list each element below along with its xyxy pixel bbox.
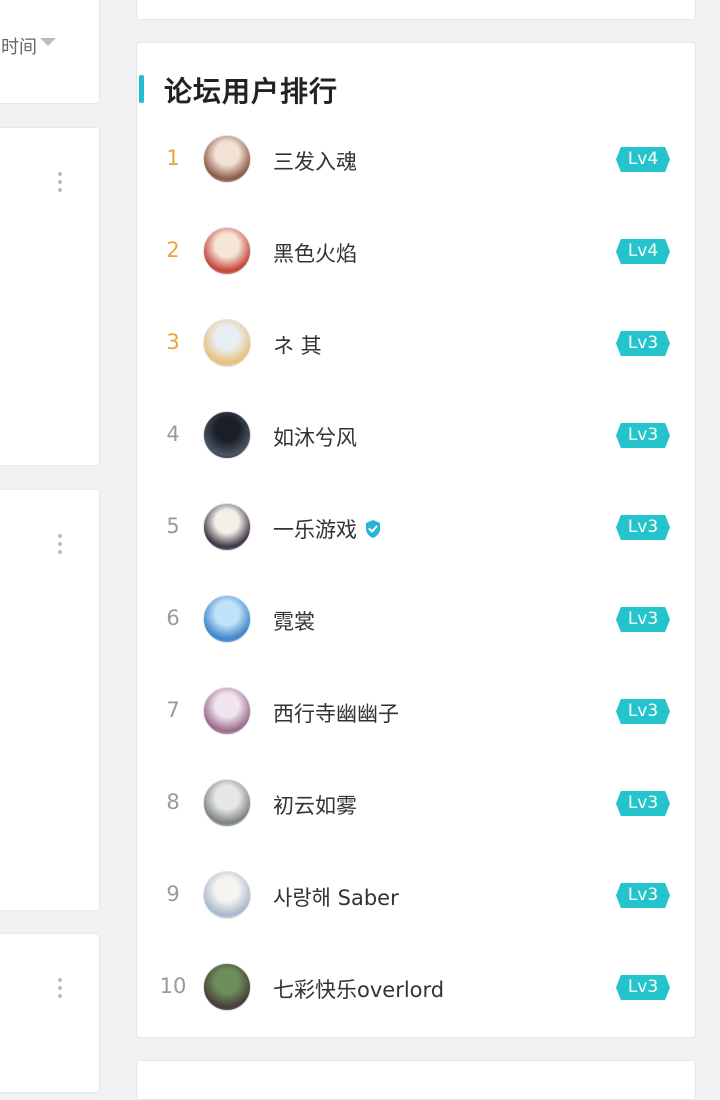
user-name[interactable]: 사랑해 Saber [273, 882, 399, 912]
rank-number: 7 [166, 698, 180, 722]
rank-number: 10 [159, 974, 187, 998]
user-name[interactable]: 初云如雾 [273, 790, 357, 820]
caret-down-icon[interactable] [40, 38, 56, 46]
sort-dropdown-label[interactable]: 时间 [1, 33, 37, 59]
ranking-row[interactable]: 5 一乐游戏 Lv3 [137, 480, 697, 572]
more-options-icon[interactable] [57, 534, 63, 554]
user-avatar[interactable] [203, 779, 251, 827]
user-name-group: 黑色火焰 [273, 238, 357, 268]
user-name[interactable]: 三发入魂 [273, 146, 357, 176]
ranking-row[interactable]: 8 初云如雾 Lv3 [137, 756, 697, 848]
user-avatar[interactable] [203, 135, 251, 183]
user-name-group: 如沐兮风 [273, 422, 357, 452]
user-name[interactable]: 如沐兮风 [273, 422, 357, 452]
level-badge: Lv3 [616, 607, 670, 632]
ranking-row[interactable]: 6 霓裳 Lv3 [137, 572, 697, 664]
ranking-row[interactable]: 3 ネ 其 Lv3 [137, 296, 697, 388]
sort-card: 时间 [0, 0, 100, 104]
title-accent-bar [139, 75, 144, 103]
level-badge: Lv4 [616, 147, 670, 172]
more-options-icon[interactable] [57, 978, 63, 998]
user-name-group: 사랑해 Saber [273, 882, 399, 912]
previous-panel [136, 0, 696, 20]
user-name-group: 初云如雾 [273, 790, 357, 820]
level-badge: Lv3 [616, 975, 670, 1000]
rank-number: 3 [166, 330, 180, 354]
post-card[interactable] [0, 933, 100, 1093]
rank-number: 8 [166, 790, 180, 814]
next-panel [136, 1060, 696, 1100]
user-name[interactable]: 西行寺幽幽子 [273, 698, 399, 728]
panel-title: 论坛用户排行 [164, 75, 339, 108]
rank-number: 4 [166, 422, 180, 446]
post-card[interactable] [0, 489, 100, 911]
level-badge: Lv3 [616, 883, 670, 908]
level-badge: Lv3 [616, 423, 670, 448]
rank-number: 1 [166, 146, 180, 170]
level-badge: Lv3 [616, 331, 670, 356]
user-name-group: 霓裳 [273, 606, 315, 636]
rank-number: 9 [166, 882, 180, 906]
rank-number: 5 [166, 514, 180, 538]
post-card[interactable] [0, 127, 100, 466]
ranking-row[interactable]: 1 三发入魂 Lv4 [137, 112, 697, 204]
ranking-row[interactable]: 9 사랑해 Saber Lv3 [137, 848, 697, 940]
user-ranking-panel: 论坛用户排行 1 三发入魂 Lv4 2 黑色火焰 Lv4 3 ネ 其 Lv3 4 如沐兮风 Lv3 5 一… [136, 42, 696, 1038]
user-avatar[interactable] [203, 687, 251, 735]
user-avatar[interactable] [203, 411, 251, 459]
user-name[interactable]: 七彩快乐overlord [273, 974, 444, 1004]
user-name[interactable]: 霓裳 [273, 606, 315, 636]
level-badge: Lv3 [616, 699, 670, 724]
user-avatar[interactable] [203, 963, 251, 1011]
level-badge: Lv4 [616, 239, 670, 264]
user-avatar[interactable] [203, 319, 251, 367]
user-name[interactable]: ネ 其 [273, 330, 322, 360]
verified-badge-icon [366, 520, 380, 538]
user-name[interactable]: 黑色火焰 [273, 238, 357, 268]
level-badge: Lv3 [616, 515, 670, 540]
user-avatar[interactable] [203, 871, 251, 919]
user-name-group: ネ 其 [273, 330, 322, 360]
user-avatar[interactable] [203, 503, 251, 551]
user-avatar[interactable] [203, 595, 251, 643]
ranking-row[interactable]: 4 如沐兮风 Lv3 [137, 388, 697, 480]
ranking-row[interactable]: 7 西行寺幽幽子 Lv3 [137, 664, 697, 756]
ranking-row[interactable]: 2 黑色火焰 Lv4 [137, 204, 697, 296]
user-name-group: 一乐游戏 [273, 514, 383, 544]
user-name-group: 三发入魂 [273, 146, 357, 176]
user-avatar[interactable] [203, 227, 251, 275]
rank-number: 2 [166, 238, 180, 262]
rank-number: 6 [166, 606, 180, 630]
user-name-group: 七彩快乐overlord [273, 974, 444, 1004]
ranking-row[interactable]: 10 七彩快乐overlord Lv3 [137, 940, 697, 1032]
level-badge: Lv3 [616, 791, 670, 816]
ranking-list: 1 三发入魂 Lv4 2 黑色火焰 Lv4 3 ネ 其 Lv3 4 如沐兮风 Lv3 5 一乐游戏 Lv3 6… [137, 112, 697, 1032]
user-name-group: 西行寺幽幽子 [273, 698, 399, 728]
user-name[interactable]: 一乐游戏 [273, 514, 357, 544]
more-options-icon[interactable] [57, 172, 63, 192]
